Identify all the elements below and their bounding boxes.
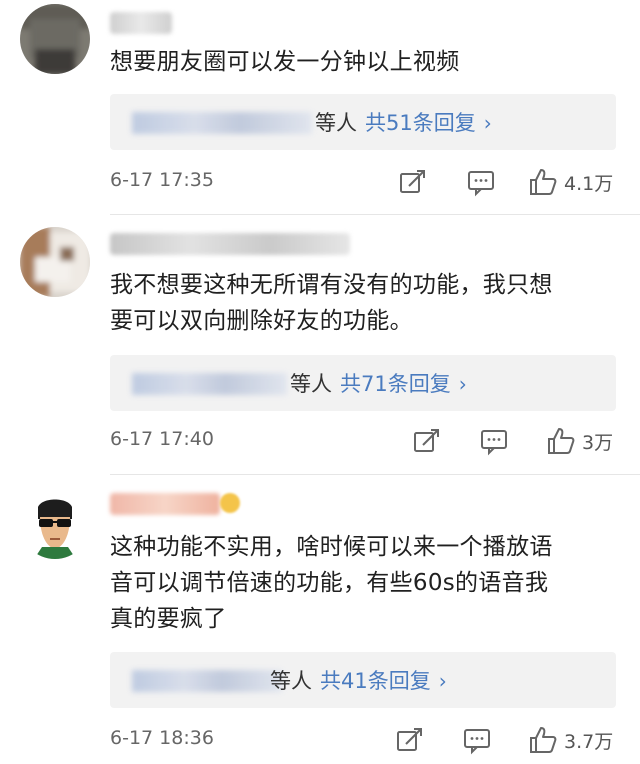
comment-icon[interactable] <box>466 167 496 197</box>
like-icon <box>530 727 557 753</box>
reply-summary[interactable]: 等人 共51条回复 › <box>110 94 616 150</box>
comment-text-line: 音可以调节倍速的功能，有些60s的语音我 <box>110 570 549 596</box>
like-count: 3万 <box>582 431 614 454</box>
repost-icon[interactable] <box>395 725 425 755</box>
timestamp: 6-17 18:36 <box>110 727 214 749</box>
user-avatar-icon[interactable] <box>20 4 90 74</box>
timestamp: 6-17 17:40 <box>110 428 214 450</box>
like-icon <box>548 428 575 454</box>
username[interactable] <box>110 233 350 255</box>
comment-item: 这种功能不实用，啥时候可以来一个播放语 音可以调节倍速的功能，有些60s的语音我… <box>0 475 640 764</box>
timestamp: 6-17 17:35 <box>110 169 214 191</box>
comment-text-line: 要可以双向删除好友的功能。 <box>110 308 413 334</box>
comment-text-line: 想要朋友圈可以发一分钟以上视频 <box>110 49 460 75</box>
comment-text-line: 这种功能不实用，啥时候可以来一个播放语 <box>110 534 553 560</box>
user-avatar-icon[interactable] <box>20 227 90 297</box>
reply-count-link[interactable]: 共41条回复 <box>320 669 431 693</box>
reply-summary[interactable]: 等人 共71条回复 › <box>110 355 616 411</box>
chevron-right-icon: › <box>483 111 492 135</box>
like-button[interactable]: 3.7万 <box>528 725 613 755</box>
comment-item: 想要朋友圈可以发一分钟以上视频 等人 共51条回复 › 6-17 17:35 4.1… <box>0 0 640 215</box>
comment-meta: 6-17 17:40 3万 <box>110 426 616 458</box>
repost-icon[interactable] <box>398 167 428 197</box>
comment-list: 想要朋友圈可以发一分钟以上视频 等人 共51条回复 › 6-17 17:35 4.1… <box>0 0 640 764</box>
like-icon <box>530 169 557 195</box>
chevron-right-icon: › <box>458 372 467 396</box>
comment-text: 这种功能不实用，啥时候可以来一个播放语 音可以调节倍速的功能，有些60s的语音我… <box>110 529 616 637</box>
user-avatar-icon[interactable] <box>20 489 90 559</box>
comment-text: 想要朋友圈可以发一分钟以上视频 <box>110 44 616 80</box>
like-button[interactable]: 3万 <box>546 426 613 456</box>
chevron-right-icon: › <box>438 669 447 693</box>
comment-text: 我不想要这种无所谓有没有的功能，我只想 要可以双向删除好友的功能。 <box>110 267 616 339</box>
comment-icon[interactable] <box>462 725 492 755</box>
username[interactable] <box>110 12 172 34</box>
like-count: 4.1万 <box>564 172 614 195</box>
repost-icon[interactable] <box>412 426 442 456</box>
reply-names <box>132 373 287 395</box>
like-count: 3.7万 <box>564 730 614 753</box>
reply-count-link[interactable]: 共71条回复 <box>340 372 451 396</box>
comment-meta: 6-17 18:36 3.7万 <box>110 725 616 757</box>
comment-text-line: 真的要疯了 <box>110 606 227 632</box>
like-button[interactable]: 4.1万 <box>528 167 613 197</box>
reply-names <box>132 670 282 692</box>
reply-count-link[interactable]: 共51条回复 <box>365 111 476 135</box>
reply-summary[interactable]: 等人 共41条回复 › <box>110 652 616 708</box>
comment-text-line: 我不想要这种无所谓有没有的功能，我只想 <box>110 272 553 298</box>
reply-suffix: 等人 <box>290 372 332 396</box>
comment-item: 我不想要这种无所谓有没有的功能，我只想 要可以双向删除好友的功能。 等人 共71条… <box>0 215 640 475</box>
reply-suffix: 等人 <box>315 111 357 135</box>
comment-icon[interactable] <box>479 426 509 456</box>
comment-meta: 6-17 17:35 4.1万 <box>110 167 616 199</box>
reply-names <box>132 112 312 134</box>
reply-suffix: 等人 <box>270 669 312 693</box>
username[interactable] <box>110 493 220 515</box>
emoji-icon <box>220 493 240 513</box>
